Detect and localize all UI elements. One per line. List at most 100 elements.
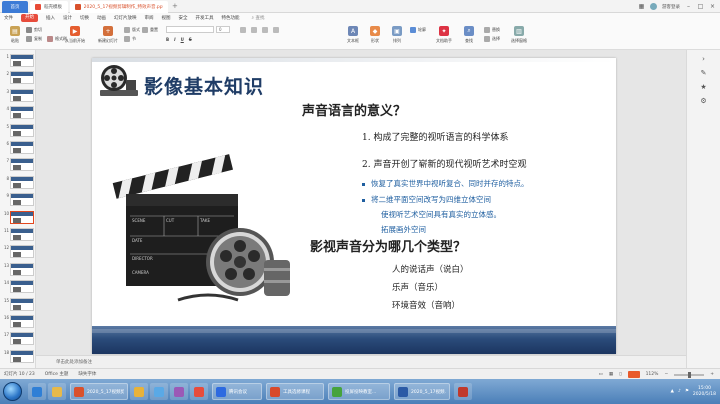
- maximize-icon[interactable]: □: [697, 3, 704, 10]
- section-button[interactable]: 节: [124, 35, 136, 42]
- font-name-select[interactable]: [166, 26, 214, 33]
- missing-font-button[interactable]: 缺失字体: [78, 371, 96, 377]
- menu-search[interactable]: ⌕ 查找: [252, 15, 265, 21]
- align-right-icon[interactable]: [262, 26, 268, 33]
- taskbar-video-icon[interactable]: [190, 383, 208, 400]
- new-tab-button[interactable]: +: [172, 2, 178, 10]
- taskbar-window-ppt[interactable]: 2020_5_17视频剪...: [70, 383, 128, 400]
- paste-button[interactable]: ▤ 粘贴: [2, 26, 28, 44]
- tab-docer[interactable]: 稻壳模板: [30, 1, 68, 13]
- animation-icon[interactable]: ★: [699, 82, 708, 91]
- menu-transition[interactable]: 切换: [80, 15, 89, 21]
- slide-thumbnail[interactable]: 5: [4, 123, 35, 140]
- clock[interactable]: 15:00 2020/5/18: [693, 386, 716, 398]
- normal-view-icon[interactable]: ▭: [599, 372, 603, 377]
- replace-button[interactable]: 替换: [484, 26, 500, 33]
- italic-button[interactable]: I: [174, 37, 176, 42]
- justify-icon[interactable]: [273, 26, 279, 33]
- slide-thumbnail[interactable]: 9: [4, 193, 35, 209]
- slide-thumbnail[interactable]: 7: [4, 158, 35, 174]
- shape-button[interactable]: ◆ 形状: [364, 26, 386, 44]
- new-slide-button[interactable]: + 新建幻灯片: [94, 26, 122, 44]
- avatar[interactable]: [650, 3, 657, 10]
- slide-thumbnail[interactable]: 1: [4, 54, 35, 70]
- slide-thumbnail[interactable]: 17: [4, 332, 35, 348]
- start-button[interactable]: [3, 382, 22, 401]
- notes-pane[interactable]: 单击此处添加备注: [36, 355, 686, 368]
- slide-canvas[interactable]: 影像基本知识 声音语言的意义？ 1. 构成了完整的视听语言的科学体系 2. 声音…: [92, 58, 616, 354]
- expand-icon[interactable]: ›: [699, 54, 708, 63]
- sorter-view-icon[interactable]: ▦: [609, 372, 613, 377]
- slide-thumbnail[interactable]: 4: [4, 106, 35, 122]
- zoom-slider[interactable]: [674, 371, 705, 378]
- taskbar-media-icon[interactable]: [150, 383, 168, 400]
- doc-assistant-button[interactable]: ✦ 文档助手: [430, 26, 458, 44]
- menu-animation[interactable]: 动画: [97, 15, 106, 21]
- slide-thumbnail[interactable]: 16: [4, 315, 35, 331]
- tab-home[interactable]: 首页: [2, 1, 28, 13]
- slide-thumbnail[interactable]: 13: [4, 262, 35, 279]
- style-icon[interactable]: ✎: [699, 68, 708, 77]
- taskbar-window-projection[interactable]: 投屏投映教室...: [328, 383, 390, 400]
- taskbar-window-meeting[interactable]: 腾讯会议: [212, 383, 262, 400]
- select-button[interactable]: 选择: [484, 35, 500, 42]
- taskbar-chrome-icon[interactable]: [130, 383, 148, 400]
- slide-thumbnail[interactable]: 15: [4, 297, 35, 314]
- from-current-button[interactable]: ▶ 从当前开始: [60, 26, 90, 44]
- grid-icon[interactable]: ▦: [638, 3, 645, 10]
- slide-thumbnail[interactable]: 10: [4, 210, 35, 227]
- slide-thumbnail[interactable]: 2: [4, 71, 35, 87]
- cut-button[interactable]: 剪切: [26, 26, 42, 33]
- outline-button[interactable]: 轮廓: [410, 26, 426, 33]
- user-login[interactable]: 游客登录: [662, 4, 680, 10]
- slideshow-play-button[interactable]: [627, 371, 640, 378]
- menu-insert[interactable]: 插入: [46, 15, 55, 21]
- slide-thumbnail[interactable]: 11: [4, 228, 35, 244]
- taskbar-app-icon[interactable]: [170, 383, 188, 400]
- settings-icon[interactable]: ⚙: [699, 96, 708, 105]
- taskbar-extra-icon[interactable]: [454, 383, 472, 400]
- menu-design[interactable]: 设计: [63, 15, 72, 21]
- taskbar-window-doc[interactable]: 2020_5_17视频...: [394, 383, 450, 400]
- menu-slideshow[interactable]: 幻灯片放映: [114, 15, 137, 21]
- select-pane-button[interactable]: ▥ 选择窗格: [506, 26, 532, 44]
- zoom-in-icon[interactable]: +: [710, 372, 714, 377]
- menu-developer[interactable]: 开发工具: [196, 15, 214, 21]
- menu-file[interactable]: 文件: [4, 15, 13, 21]
- minimize-icon[interactable]: –: [685, 3, 692, 10]
- tab-document[interactable]: 2020_5_17视频剪辑制作_特效声音.pptx: [70, 1, 168, 13]
- arrange-button[interactable]: ▣ 排列: [386, 26, 408, 44]
- menu-review[interactable]: 审阅: [145, 15, 154, 21]
- reset-button[interactable]: 重置: [142, 26, 158, 33]
- textbox-button[interactable]: A 文本框: [342, 26, 364, 44]
- align-center-icon[interactable]: [251, 26, 257, 33]
- slide-thumbnail[interactable]: 18: [4, 349, 35, 366]
- menu-security[interactable]: 安全: [179, 15, 188, 21]
- menu-start[interactable]: 开始: [21, 14, 38, 22]
- font-size-select[interactable]: 0: [216, 26, 230, 33]
- reading-view-icon[interactable]: ▯: [619, 372, 621, 377]
- strike-button[interactable]: S: [189, 37, 192, 42]
- slide-thumbnail[interactable]: 12: [4, 245, 35, 261]
- copy-button[interactable]: 复制: [26, 35, 42, 42]
- menu-view[interactable]: 视图: [162, 15, 171, 21]
- underline-button[interactable]: U: [181, 37, 184, 42]
- taskbar-window-course[interactable]: 工具选修课程: [266, 383, 324, 400]
- find-button[interactable]: ⌕ 查找: [456, 26, 482, 44]
- layout-button[interactable]: 版式: [124, 26, 140, 33]
- zoom-out-icon[interactable]: −: [664, 372, 668, 377]
- taskbar-ie-icon[interactable]: [28, 383, 46, 400]
- bold-button[interactable]: B: [166, 37, 169, 42]
- taskbar-explorer-icon[interactable]: [48, 383, 66, 400]
- zoom-knob[interactable]: [688, 371, 692, 378]
- slide-thumbnail[interactable]: 8: [4, 175, 35, 192]
- tray-volume-icon[interactable]: ♪: [678, 389, 681, 394]
- align-left-icon[interactable]: [240, 26, 246, 33]
- tray-flag-icon[interactable]: ⚑: [685, 389, 689, 394]
- close-icon[interactable]: ×: [709, 3, 716, 10]
- menu-special[interactable]: 特色功能: [222, 15, 240, 21]
- tray-network-icon[interactable]: ▲: [671, 389, 674, 394]
- slide-thumbnail[interactable]: 3: [4, 88, 35, 105]
- slide-thumbnail[interactable]: 6: [4, 141, 35, 157]
- slide-thumbnail[interactable]: 14: [4, 280, 35, 296]
